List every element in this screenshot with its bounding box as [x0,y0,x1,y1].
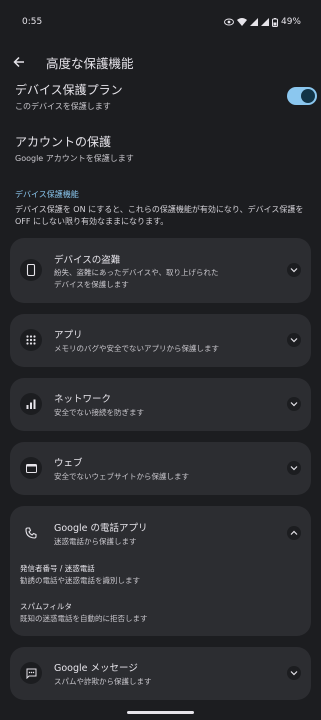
signal-icon-2 [260,18,269,26]
chevron-down-icon [290,466,298,471]
phone-icon [20,259,42,281]
device-protection-row[interactable]: デバイス保護プラン このデバイスを保護します [0,81,321,112]
card-subtitle-1: 紛失、盗難にあったデバイスや、取り上げられた [54,268,219,277]
card-subtitle-1: 迷惑電話から保護します [54,537,137,546]
collapse-button[interactable] [287,526,301,540]
chevron-down-icon [290,671,298,676]
detail-caller-id-title: 発信者番号 / 迷惑電話 [20,564,95,573]
apps-grid-icon [20,329,42,351]
browser-icon [20,457,42,479]
detail-caller-id-sub: 勧誘の電話や迷惑電話を識別します [20,576,140,585]
card-subtitle-1: 安全でないウェブサイトから保護します [54,472,189,481]
status-icons: 49% [223,17,301,27]
card-subtitle-1: 安全でない接続を防ぎます [54,408,144,417]
chevron-up-icon [290,530,298,535]
card-title: ウェブ [54,458,83,469]
signal-bars-icon [20,393,42,415]
card-network[interactable]: ネットワーク 安全でない接続を防ぎます [10,378,311,431]
card-apps[interactable]: アプリ メモリのバグや安全でないアプリから保護します [10,314,311,367]
battery-percent: 49% [280,17,301,27]
card-title: ネットワーク [54,394,112,405]
device-protection-subtitle: このデバイスを保護します [15,102,111,111]
message-icon [20,662,42,684]
card-subtitle-2: デバイスを保護します [54,280,129,289]
card-subtitle-1: スパムや詐欺から保護します [54,677,152,686]
back-button[interactable] [10,53,28,71]
card-title: アプリ [54,330,83,341]
device-protection-toggle[interactable] [287,87,317,105]
expand-button[interactable] [287,461,301,475]
account-protection-subtitle: Google アカウントを保護します [15,154,134,163]
expand-button[interactable] [287,666,301,680]
account-protection-row[interactable]: アカウントの保護 Google アカウントを保護します [0,133,149,164]
card-title: Google メッセージ [54,663,138,674]
chevron-down-icon [290,268,298,273]
expand-button[interactable] [287,333,301,347]
card-subtitle-1: メモリのバグや安全でないアプリから保護します [54,344,219,353]
home-indicator[interactable] [127,711,194,714]
chevron-down-icon [290,402,298,407]
detail-spam-filter-sub: 既知の迷惑電話を自動的に拒否します [20,614,148,623]
wifi-icon [236,18,247,26]
chevron-down-icon [290,338,298,343]
status-bar: 0:55 49% [0,0,321,44]
phone-call-icon [20,522,42,544]
signal-icon [249,18,258,26]
card-google-messages[interactable]: Google メッセージ スパムや詐欺から保護します [10,647,311,700]
status-time: 0:55 [22,17,43,27]
arrow-back-icon [13,56,24,68]
eye-icon [223,18,234,26]
battery-icon [271,17,278,27]
expand-button[interactable] [287,263,301,277]
device-protection-title: デバイス保護プラン [15,83,123,97]
card-google-phone[interactable]: Google の電話アプリ 迷惑電話から保護します 発信者番号 / 迷惑電話 勧… [10,506,311,636]
expand-button[interactable] [287,397,301,411]
section-description: デバイス保護を ON にすると、これらの保護機能が有効になり、デバイス保護を O… [15,205,304,226]
card-device-theft[interactable]: デバイスの盗難 紛失、盗難にあったデバイスや、取り上げられた デバイスを保護しま… [10,238,311,303]
app-bar: 高度な保護機能 [0,44,321,80]
card-title: デバイスの盗難 [54,255,121,266]
account-protection-title: アカウントの保護 [15,135,112,149]
card-title: Google の電話アプリ [54,523,148,534]
page-title: 高度な保護機能 [46,55,134,71]
section-heading: デバイス保護機能 [15,190,79,199]
card-web[interactable]: ウェブ 安全でないウェブサイトから保護します [10,442,311,495]
toggle-knob [301,89,315,103]
detail-spam-filter-title: スパムフィルタ [20,602,72,611]
